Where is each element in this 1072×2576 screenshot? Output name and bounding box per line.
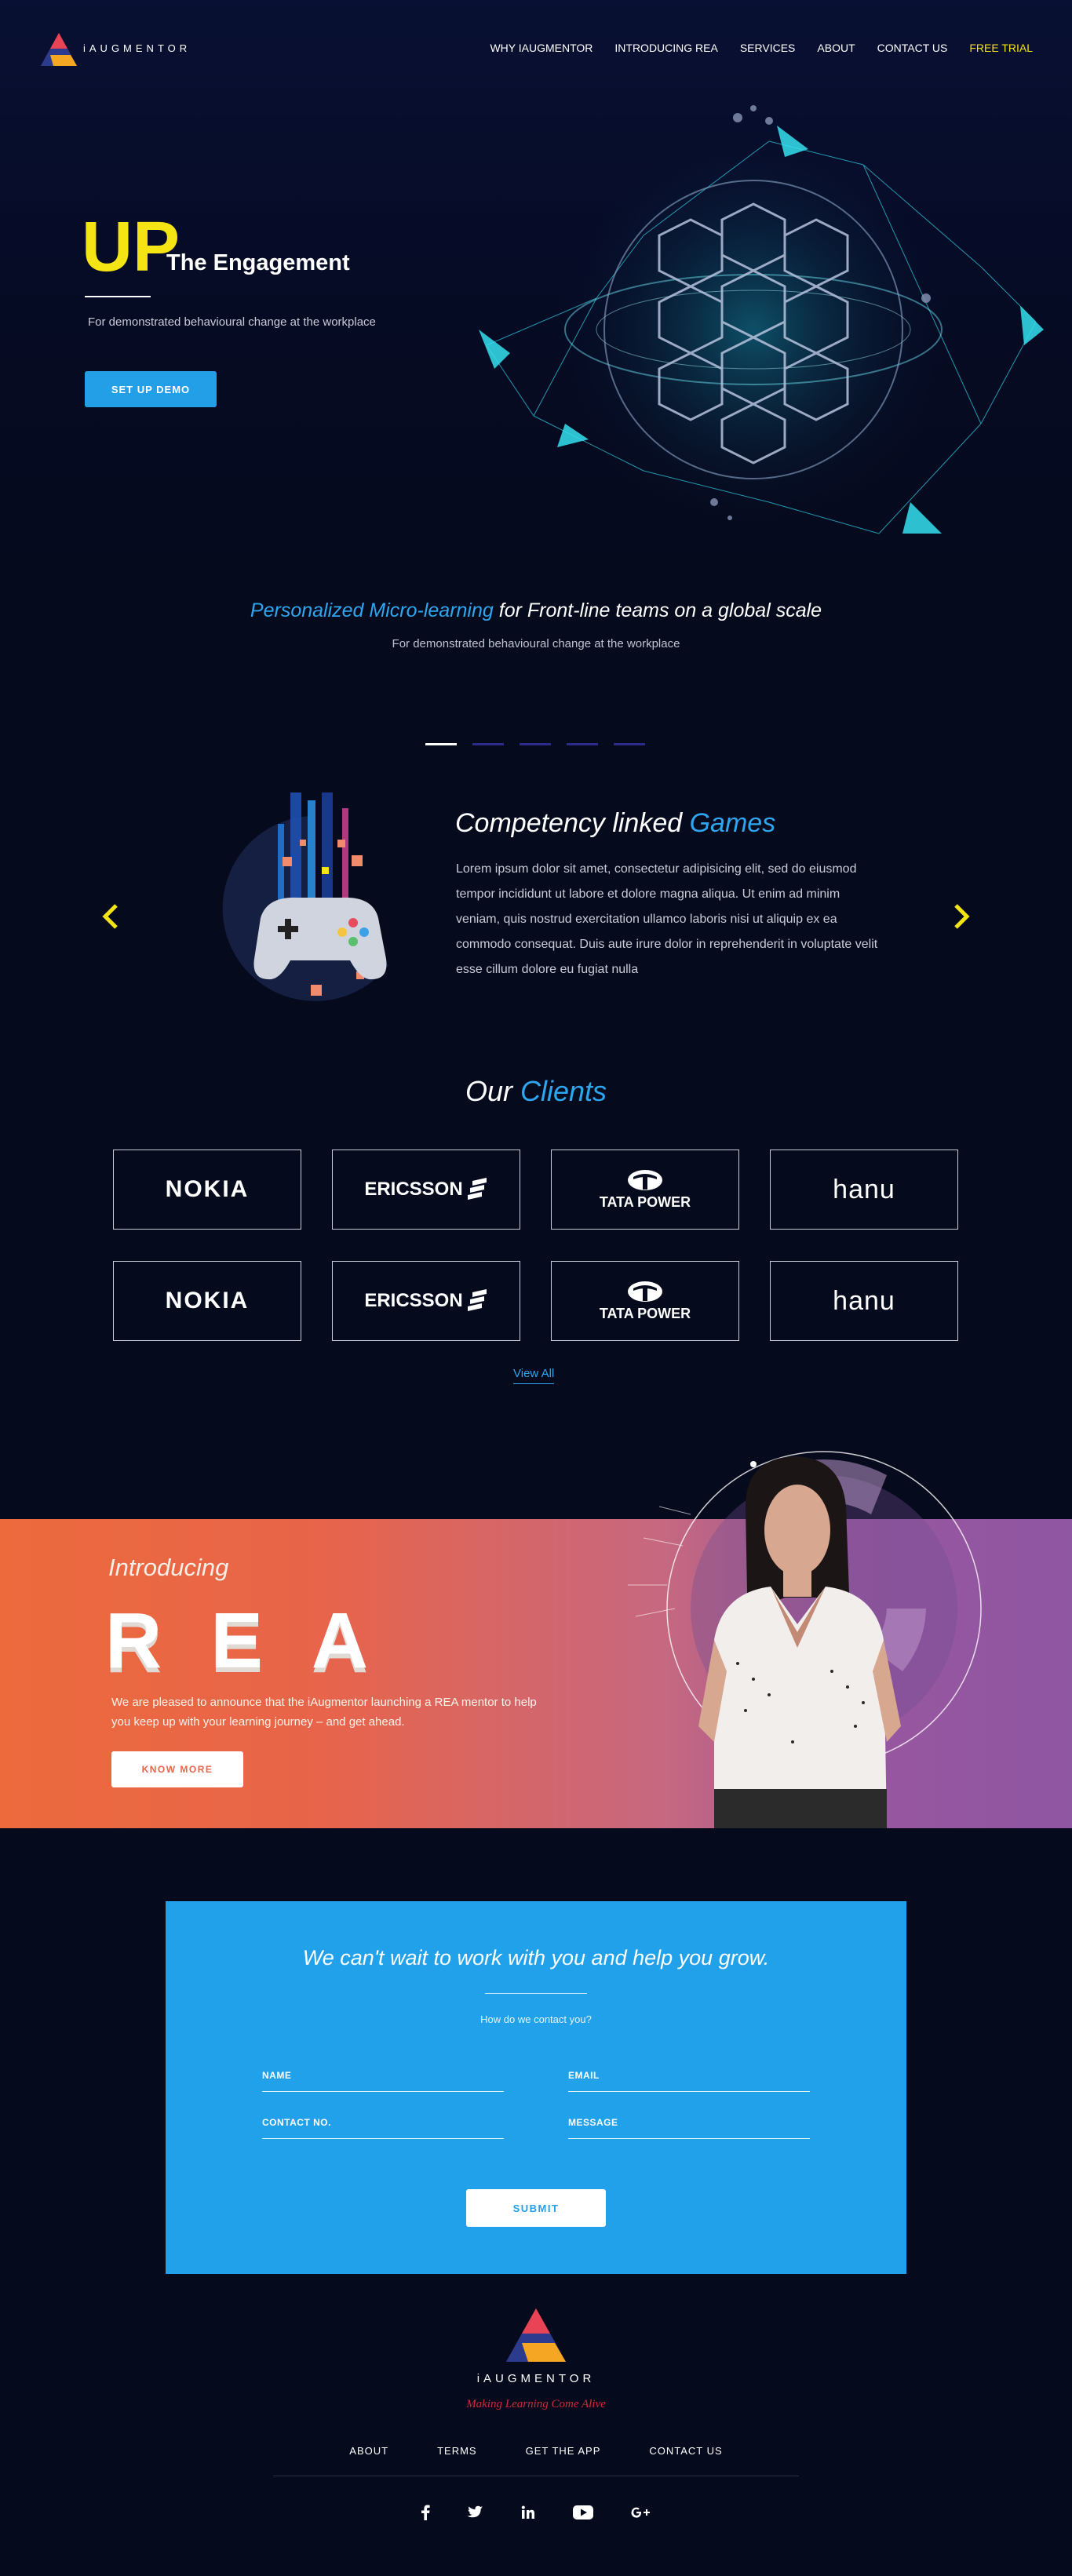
client-logo-text: TATA POWER	[599, 1193, 691, 1210]
footer-link-terms[interactable]: TERMS	[437, 2445, 477, 2457]
contact-divider	[485, 1993, 587, 1994]
client-logo-tata-power[interactable]: TATA POWER	[551, 1150, 739, 1230]
micro-learning-title: Personalized Micro-learning for Front-li…	[0, 599, 1072, 622]
contact-title: We can't wait to work with you and help …	[302, 1946, 770, 1969]
hero-up-text: UP	[82, 208, 180, 286]
view-all-clients-link[interactable]: View All	[513, 1367, 555, 1384]
rea-avatar-illustration	[628, 1451, 982, 1828]
ericsson-icon	[467, 1289, 487, 1311]
footer-link-contact[interactable]: CONTACT US	[649, 2445, 722, 2457]
main-nav: WHY IAUGMENTOR INTRODUCING REA SERVICES …	[490, 42, 1033, 54]
youtube-icon[interactable]	[571, 2503, 595, 2522]
network-globe-illustration	[479, 105, 1044, 534]
google-plus-icon[interactable]	[629, 2503, 652, 2522]
clients-title-text: Our	[465, 1075, 520, 1107]
hero-subtitle: For demonstrated behavioural change at t…	[88, 315, 376, 329]
linkedin-icon[interactable]	[516, 2503, 540, 2522]
nav-contact[interactable]: CONTACT US	[877, 42, 948, 54]
slider-dot-4[interactable]	[567, 743, 598, 745]
twitter-icon[interactable]	[463, 2503, 487, 2522]
footer-link-about[interactable]: ABOUT	[349, 2445, 388, 2457]
client-logo-text: ERICSSON	[364, 1179, 463, 1200]
setup-demo-button[interactable]: SET UP DEMO	[85, 371, 217, 407]
email-field[interactable]: EMAIL	[568, 2068, 810, 2092]
slider-dot-3[interactable]	[520, 743, 551, 745]
contact-number-field[interactable]: CONTACT NO.	[262, 2115, 504, 2139]
rea-intro: Introducing	[108, 1554, 229, 1581]
rea-description: We are pleased to announce that the iAug…	[111, 1696, 537, 1729]
contact-subtitle: How do we contact you?	[480, 2013, 592, 2025]
tata-icon	[628, 1281, 662, 1302]
footer-logo-icon[interactable]	[505, 2307, 567, 2363]
gamepad-illustration	[222, 792, 388, 1001]
client-logo-tata-power[interactable]: TATA POWER	[551, 1261, 739, 1341]
nav-services[interactable]: SERVICES	[740, 42, 796, 54]
clients-title: Our Clients	[0, 1075, 1072, 1108]
client-logo-text: ERICSSON	[364, 1290, 463, 1311]
slider-dot-5[interactable]	[614, 743, 645, 745]
client-logo-text: hanu	[833, 1174, 895, 1204]
micro-learning-subtitle: For demonstrated behavioural change at t…	[392, 637, 680, 650]
rea-name: REA	[105, 1597, 417, 1685]
footer-logo-text: iAUGMENTOR	[476, 2372, 596, 2385]
tata-icon	[628, 1169, 662, 1190]
facebook-icon[interactable]	[414, 2503, 437, 2522]
logo-text[interactable]: iAUGMENTOR	[83, 42, 191, 54]
client-logo-ericsson[interactable]: ERICSSON	[332, 1261, 520, 1341]
hero-divider	[85, 296, 151, 297]
client-logo-ericsson[interactable]: ERICSSON	[332, 1150, 520, 1230]
client-logo-hanu[interactable]: hanu	[770, 1261, 958, 1341]
message-field[interactable]: MESSAGE	[568, 2115, 810, 2139]
submit-button[interactable]: SUBMIT	[466, 2189, 606, 2227]
micro-title-highlight: Personalized Micro-learning	[250, 599, 494, 621]
slide-body: Lorem ipsum dolor sit amet, consectetur …	[456, 862, 878, 976]
chevron-left-icon[interactable]	[99, 901, 122, 932]
name-field[interactable]: NAME	[262, 2068, 504, 2092]
ericsson-icon	[467, 1178, 487, 1200]
footer-tagline: Making Learning Come Alive	[466, 2398, 606, 2410]
micro-title-rest: for Front-line teams on a global scale	[493, 599, 822, 621]
slider-dot-1[interactable]	[425, 743, 457, 745]
client-logo-nokia[interactable]: NOKIA	[113, 1261, 301, 1341]
nav-why[interactable]: WHY IAUGMENTOR	[490, 42, 593, 54]
slide-title-highlight: Games	[689, 808, 776, 838]
client-logo-text: TATA POWER	[599, 1305, 691, 1321]
slider-pagination	[425, 743, 645, 745]
hero-title: The Engagement	[166, 250, 350, 275]
logo-icon[interactable]	[39, 31, 78, 67]
slider-dot-2[interactable]	[472, 743, 504, 745]
client-logo-nokia[interactable]: NOKIA	[113, 1150, 301, 1230]
client-logo-text: hanu	[833, 1285, 895, 1316]
client-logo-text: NOKIA	[165, 1288, 250, 1314]
chevron-right-icon[interactable]	[950, 901, 973, 932]
clients-title-highlight: Clients	[520, 1075, 607, 1107]
know-more-button[interactable]: KNOW MORE	[111, 1751, 243, 1787]
nav-rea[interactable]: INTRODUCING REA	[614, 42, 717, 54]
nav-free-trial[interactable]: FREE TRIAL	[969, 42, 1033, 54]
slide-title: Competency linked Games	[455, 808, 775, 839]
client-logo-text: NOKIA	[165, 1176, 250, 1202]
client-logo-hanu[interactable]: hanu	[770, 1150, 958, 1230]
nav-about[interactable]: ABOUT	[817, 42, 855, 54]
footer-link-get-app[interactable]: GET THE APP	[526, 2445, 601, 2457]
footer-links: ABOUT TERMS GET THE APP CONTACT US	[0, 2445, 1072, 2457]
slide-title-text: Competency linked	[455, 808, 690, 838]
